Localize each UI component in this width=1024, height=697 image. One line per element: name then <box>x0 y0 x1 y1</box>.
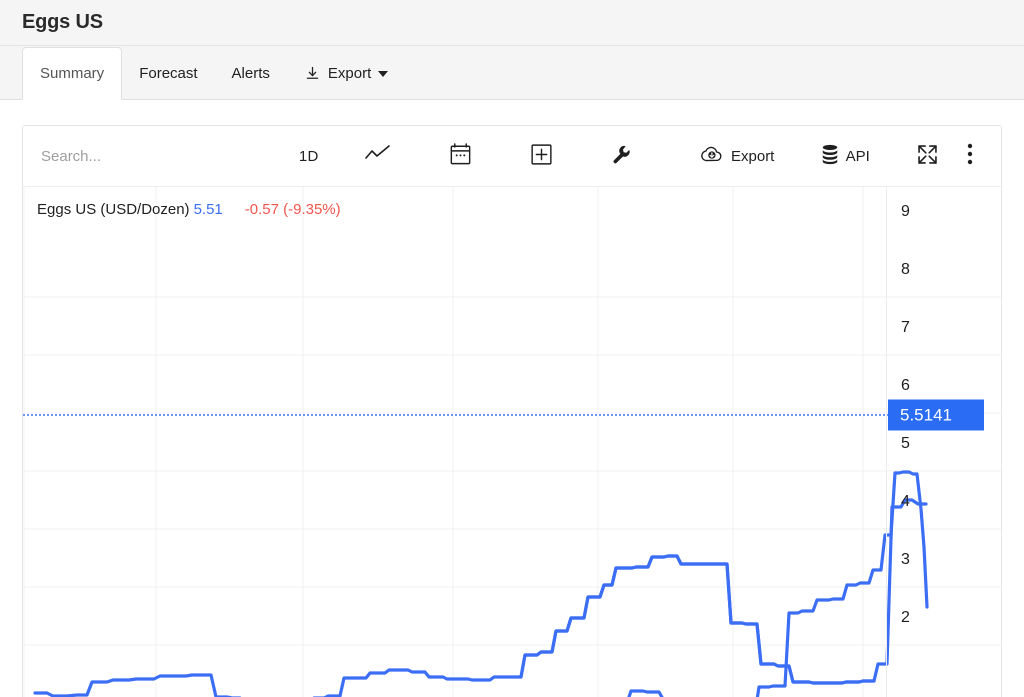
interval-label: 1D <box>298 147 319 165</box>
tab-alerts[interactable]: Alerts <box>215 47 287 100</box>
y-tick-8: 8 <box>901 261 910 278</box>
chart-card: 1D <box>22 125 1003 697</box>
tab-summary-label: Summary <box>40 65 105 82</box>
horizontal-gridlines <box>23 296 1003 646</box>
more-vertical-icon <box>967 143 973 169</box>
tabbar: Summary Forecast Alerts Export <box>0 46 1024 100</box>
more-options-button[interactable] <box>953 126 987 187</box>
y-tick-6: 6 <box>901 377 910 394</box>
settings-button[interactable] <box>597 126 646 187</box>
y-axis: 9 8 7 6 5 4 3 2 5.5141 <box>886 187 1001 697</box>
line-chart-icon <box>365 145 391 167</box>
y-tick-4: 4 <box>901 493 910 510</box>
tab-forecast-label: Forecast <box>139 65 198 82</box>
search-input[interactable] <box>23 146 267 166</box>
page-title: Eggs US <box>22 11 103 33</box>
tab-export-label: Export <box>327 65 372 82</box>
chart-toolbar: 1D <box>23 126 1001 187</box>
database-icon <box>821 144 839 169</box>
fullscreen-button[interactable] <box>902 126 953 187</box>
chart-type-button[interactable] <box>351 126 405 187</box>
tab-forecast[interactable]: Forecast <box>122 47 214 100</box>
legend-series-name: Eggs US (USD/Dozen) <box>37 201 190 218</box>
interval-button-1d[interactable]: 1D <box>285 126 333 187</box>
price-series-line <box>33 498 928 697</box>
current-price-badge: 5.5141 <box>888 399 984 431</box>
legend-last-price: 5.51 <box>193 201 223 218</box>
wrench-icon <box>611 144 632 169</box>
price-chart-svg <box>23 187 1003 697</box>
page-header: Eggs US <box>0 0 1024 46</box>
tab-export[interactable]: Export <box>287 47 405 100</box>
tab-summary[interactable]: Summary <box>22 47 123 100</box>
fullscreen-icon <box>916 143 939 170</box>
chart-plot-area[interactable]: Eggs US (USD/Dozen)5.51 -0.57 (-9.35%) <box>23 187 1003 697</box>
cloud-download-icon <box>700 145 724 168</box>
add-indicator-button[interactable] <box>517 126 566 187</box>
y-tick-5: 5 <box>901 435 910 452</box>
y-tick-2: 2 <box>901 609 910 626</box>
legend-change: -0.57 (-9.35%) <box>244 201 341 218</box>
tab-alerts-label: Alerts <box>231 65 270 82</box>
api-label: API <box>845 147 870 165</box>
calendar-icon <box>450 143 471 169</box>
chart-legend: Eggs US (USD/Dozen) 5.51 -0.57 (-9.35%) <box>37 201 341 218</box>
chevron-down-icon <box>378 70 389 77</box>
y-tick-9: 9 <box>901 203 910 220</box>
plus-box-icon <box>531 143 552 169</box>
price-series-line-detail <box>519 554 876 685</box>
vertical-gridlines <box>23 187 864 697</box>
export-label: Export <box>731 147 775 165</box>
y-tick-7: 7 <box>901 319 910 336</box>
api-button[interactable]: API <box>807 126 884 187</box>
export-button[interactable]: Export <box>686 126 788 187</box>
y-tick-3: 3 <box>901 551 910 568</box>
calendar-button[interactable] <box>436 126 485 187</box>
download-icon <box>304 65 321 82</box>
